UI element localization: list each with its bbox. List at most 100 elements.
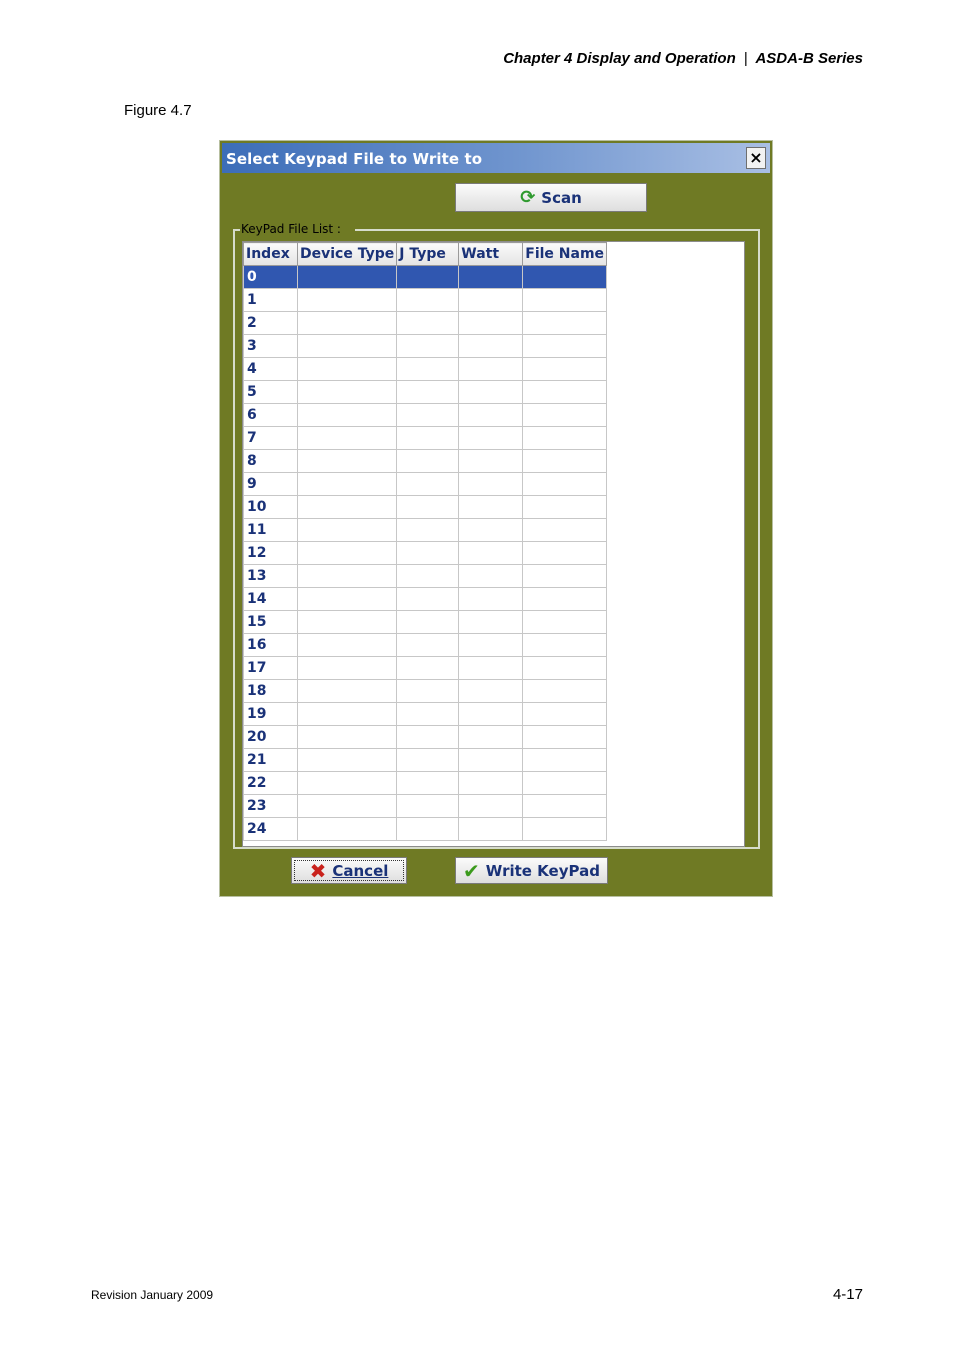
cell-j-type: [396, 311, 460, 335]
table-row[interactable]: 13: [243, 564, 608, 588]
cell-file-name: [522, 495, 608, 519]
cell-index: 11: [243, 518, 298, 542]
cell-device-type: [296, 265, 398, 289]
cell-j-type: [396, 679, 460, 703]
close-button[interactable]: ×: [746, 147, 766, 169]
cell-device-type: [296, 702, 398, 726]
cell-watt: [458, 311, 524, 335]
cell-index: 7: [243, 426, 298, 450]
cell-file-name: [522, 610, 608, 634]
cell-file-name: [522, 357, 608, 381]
cell-device-type: [296, 748, 398, 772]
table-row[interactable]: 19: [243, 702, 608, 726]
cell-watt: [458, 725, 524, 749]
cell-index: 20: [243, 725, 298, 749]
table-row[interactable]: 6: [243, 403, 608, 427]
cell-device-type: [296, 311, 398, 335]
column-header-file-name[interactable]: File Name: [522, 242, 608, 266]
cell-file-name: [522, 679, 608, 703]
cell-j-type: [396, 426, 460, 450]
cancel-button[interactable]: ✖ Cancel: [291, 857, 407, 884]
cell-index: 1: [243, 288, 298, 312]
cell-device-type: [296, 679, 398, 703]
cell-index: 18: [243, 679, 298, 703]
table-row[interactable]: 2: [243, 311, 608, 335]
cell-device-type: [296, 610, 398, 634]
cell-watt: [458, 495, 524, 519]
table-row[interactable]: 23: [243, 794, 608, 818]
cell-watt: [458, 794, 524, 818]
cell-index: 24: [243, 817, 298, 841]
cell-file-name: [522, 702, 608, 726]
dialog-titlebar[interactable]: Select Keypad File to Write to ×: [222, 143, 770, 173]
table-row[interactable]: 9: [243, 472, 608, 496]
table-row[interactable]: 12: [243, 541, 608, 565]
keypad-file-list[interactable]: Index Device Type J Type Watt File Name …: [242, 241, 745, 847]
cell-index: 17: [243, 656, 298, 680]
cell-device-type: [296, 449, 398, 473]
table-row[interactable]: 5: [243, 380, 608, 404]
cell-device-type: [296, 357, 398, 381]
cell-index: 14: [243, 587, 298, 611]
table-row[interactable]: 10: [243, 495, 608, 519]
cell-index: 10: [243, 495, 298, 519]
table-row[interactable]: 1: [243, 288, 608, 312]
cell-watt: [458, 817, 524, 841]
cell-watt: [458, 679, 524, 703]
chapter-title: Chapter 4 Display and Operation: [503, 50, 736, 67]
cell-device-type: [296, 794, 398, 818]
cell-j-type: [396, 610, 460, 634]
cell-device-type: [296, 771, 398, 795]
cell-device-type: [296, 288, 398, 312]
cell-watt: [458, 633, 524, 657]
table-row[interactable]: 11: [243, 518, 608, 542]
cell-device-type: [296, 403, 398, 427]
column-header-device-type[interactable]: Device Type: [296, 242, 398, 266]
cell-file-name: [522, 771, 608, 795]
cell-watt: [458, 380, 524, 404]
table-row[interactable]: 16: [243, 633, 608, 657]
cell-j-type: [396, 817, 460, 841]
cell-index: 2: [243, 311, 298, 335]
table-row[interactable]: 17: [243, 656, 608, 680]
table-row[interactable]: 21: [243, 748, 608, 772]
column-header-j-type[interactable]: J Type: [396, 242, 460, 266]
table-row[interactable]: 0: [243, 265, 608, 289]
table-row[interactable]: 4: [243, 357, 608, 381]
cell-file-name: [522, 449, 608, 473]
cell-index: 4: [243, 357, 298, 381]
refresh-icon: ⟳: [520, 186, 536, 208]
table-row[interactable]: 15: [243, 610, 608, 634]
cell-j-type: [396, 725, 460, 749]
table-row[interactable]: 22: [243, 771, 608, 795]
table-row[interactable]: 18: [243, 679, 608, 703]
series-name: ASDA-B Series: [755, 50, 863, 67]
cell-watt: [458, 518, 524, 542]
cell-device-type: [296, 380, 398, 404]
table-row[interactable]: 7: [243, 426, 608, 450]
cell-j-type: [396, 288, 460, 312]
cell-j-type: [396, 702, 460, 726]
cell-watt: [458, 426, 524, 450]
select-keypad-dialog: Select Keypad File to Write to × ⟳ Scan …: [219, 140, 773, 897]
cell-file-name: [522, 311, 608, 335]
cell-j-type: [396, 265, 460, 289]
cell-index: 16: [243, 633, 298, 657]
cell-watt: [458, 610, 524, 634]
dialog-title: Select Keypad File to Write to: [226, 150, 483, 168]
scan-button[interactable]: ⟳ Scan: [455, 183, 647, 212]
cell-watt: [458, 541, 524, 565]
cell-index: 9: [243, 472, 298, 496]
table-row[interactable]: 3: [243, 334, 608, 358]
page-header: Chapter 4 Display and Operation | ASDA-B…: [503, 50, 863, 67]
table-row[interactable]: 24: [243, 817, 608, 841]
cell-file-name: [522, 380, 608, 404]
column-header-watt[interactable]: Watt: [458, 242, 524, 266]
column-header-index[interactable]: Index: [243, 242, 298, 266]
cell-device-type: [296, 587, 398, 611]
table-row[interactable]: 8: [243, 449, 608, 473]
table-row[interactable]: 20: [243, 725, 608, 749]
write-keypad-label: Write KeyPad: [485, 861, 600, 880]
write-keypad-button[interactable]: ✔ Write KeyPad: [455, 857, 608, 884]
table-row[interactable]: 14: [243, 587, 608, 611]
